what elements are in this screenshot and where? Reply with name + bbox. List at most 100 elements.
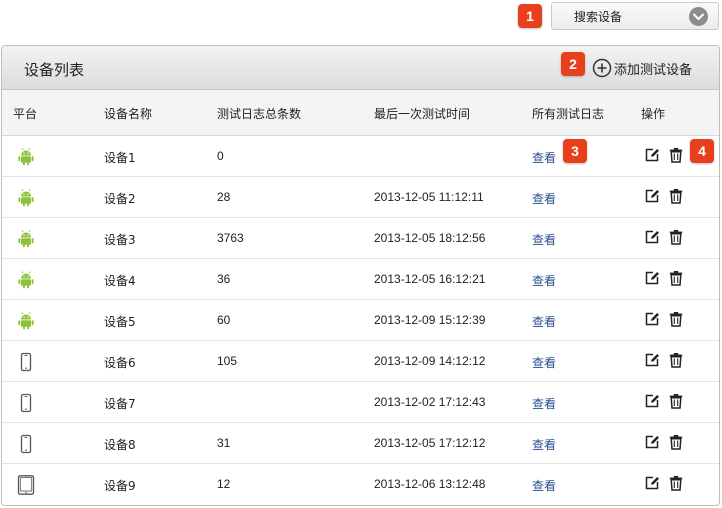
edit-icon[interactable] xyxy=(644,188,660,204)
device-list-panel: 设备列表 添加测试设备 平台 设备名称 测试日志总条数 最后一次测试时间 所有测… xyxy=(1,45,720,506)
log-count: 60 xyxy=(217,313,231,327)
view-logs-link[interactable]: 查看 xyxy=(532,190,556,207)
panel-title: 设备列表 xyxy=(24,61,85,79)
log-count: 105 xyxy=(217,354,238,368)
view-logs-link[interactable]: 查看 xyxy=(532,436,556,453)
last-test-time: 2013-12-09 15:12:39 xyxy=(374,313,486,327)
panel-header: 设备列表 添加测试设备 xyxy=(2,46,719,90)
device-name: 设备8 xyxy=(104,438,136,452)
last-test-time: 2013-12-05 18:12:56 xyxy=(374,231,486,245)
edit-icon[interactable] xyxy=(644,229,660,245)
view-logs-link[interactable]: 查看 xyxy=(532,313,556,330)
table-row: 设备8 31 2013-12-05 17:12:12 查看 xyxy=(2,423,719,464)
chevron-down-icon xyxy=(689,7,708,26)
column-header-ops: 操作 xyxy=(641,107,666,121)
row-actions xyxy=(644,229,684,245)
device-name: 设备2 xyxy=(104,192,136,206)
view-logs-link[interactable]: 查看 xyxy=(532,149,556,166)
search-device-label: 搜索设备 xyxy=(574,9,623,24)
android-icon xyxy=(16,188,36,208)
trash-icon[interactable] xyxy=(668,393,684,409)
search-device-dropdown[interactable]: 搜索设备 xyxy=(551,2,719,30)
view-logs-link[interactable]: 查看 xyxy=(532,477,556,494)
trash-icon[interactable] xyxy=(668,434,684,450)
last-test-time: 2013-12-09 14:12:12 xyxy=(374,354,486,368)
edit-icon[interactable] xyxy=(644,270,660,286)
android-icon xyxy=(16,147,36,167)
edit-icon[interactable] xyxy=(644,434,660,450)
view-logs-link[interactable]: 查看 xyxy=(532,395,556,412)
row-actions xyxy=(644,352,684,368)
table-row: 设备4 36 2013-12-05 16:12:21 查看 xyxy=(2,259,719,300)
view-logs-link[interactable]: 查看 xyxy=(532,354,556,371)
log-count: 31 xyxy=(217,436,231,450)
log-count: 0 xyxy=(217,149,224,163)
table-row: 设备3 3763 2013-12-05 18:12:56 查看 xyxy=(2,218,719,259)
device-name: 设备9 xyxy=(104,479,136,493)
edit-icon[interactable] xyxy=(644,311,660,327)
last-test-time: 2013-12-05 16:12:21 xyxy=(374,272,486,286)
log-count: 3763 xyxy=(217,231,244,245)
column-header-platform: 平台 xyxy=(13,107,38,121)
device-name: 设备4 xyxy=(104,274,136,288)
callout-badge-2: 2 xyxy=(561,52,585,76)
row-actions xyxy=(644,270,684,286)
trash-icon[interactable] xyxy=(668,188,684,204)
edit-icon[interactable] xyxy=(644,475,660,491)
table-row: 设备5 60 2013-12-09 15:12:39 查看 xyxy=(2,300,719,341)
add-test-device-label: 添加测试设备 xyxy=(614,62,693,78)
trash-icon[interactable] xyxy=(668,352,684,368)
table-row: 设备6 105 2013-12-09 14:12:12 查看 xyxy=(2,341,719,382)
callout-badge-4: 4 xyxy=(690,139,714,163)
trash-icon[interactable] xyxy=(668,270,684,286)
android-icon xyxy=(16,311,36,331)
edit-icon[interactable] xyxy=(644,352,660,368)
row-actions xyxy=(644,475,684,491)
device-name: 设备1 xyxy=(104,151,136,165)
add-test-device-button[interactable]: 添加测试设备 xyxy=(592,57,692,79)
device-name: 设备5 xyxy=(104,315,136,329)
view-logs-link[interactable]: 查看 xyxy=(532,231,556,248)
column-header-count: 测试日志总条数 xyxy=(217,107,302,121)
view-logs-link[interactable]: 查看 xyxy=(532,272,556,289)
callout-badge-3: 3 xyxy=(563,139,587,163)
trash-icon[interactable] xyxy=(668,475,684,491)
last-test-time: 2013-12-06 13:12:48 xyxy=(374,477,486,491)
log-count: 12 xyxy=(217,477,231,491)
last-test-time: 2013-12-02 17:12:43 xyxy=(374,395,486,409)
phone-icon xyxy=(16,393,36,413)
android-icon xyxy=(16,270,36,290)
phone-icon xyxy=(16,434,36,454)
plus-circle-icon xyxy=(592,58,612,78)
table-row: 设备9 12 2013-12-06 13:12:48 查看 xyxy=(2,464,719,505)
last-test-time: 2013-12-05 17:12:12 xyxy=(374,436,486,450)
row-actions xyxy=(644,188,684,204)
row-actions xyxy=(644,393,684,409)
column-header-last-time: 最后一次测试时间 xyxy=(374,107,471,121)
row-actions xyxy=(644,311,684,327)
trash-icon[interactable] xyxy=(668,147,684,163)
edit-icon[interactable] xyxy=(644,393,660,409)
log-count: 28 xyxy=(217,190,231,204)
phone-icon xyxy=(16,352,36,372)
trash-icon[interactable] xyxy=(668,311,684,327)
callout-badge-1: 1 xyxy=(518,4,542,28)
trash-icon[interactable] xyxy=(668,229,684,245)
column-header-logs: 所有测试日志 xyxy=(532,107,605,121)
tablet-icon xyxy=(16,475,36,495)
row-actions xyxy=(644,434,684,450)
android-icon xyxy=(16,229,36,249)
table-body: 设备1 0 查看 设备2 28 2013-12-05 11:12:11 查看 设备3 3763 2… xyxy=(2,136,719,505)
table-row: 设备1 0 查看 xyxy=(2,136,719,177)
column-header-name: 设备名称 xyxy=(104,107,153,121)
row-actions xyxy=(644,147,684,163)
table-row: 设备2 28 2013-12-05 11:12:11 查看 xyxy=(2,177,719,218)
device-name: 设备3 xyxy=(104,233,136,247)
device-name: 设备6 xyxy=(104,356,136,370)
table-row: 设备7 2013-12-02 17:12:43 查看 xyxy=(2,382,719,423)
last-test-time: 2013-12-05 11:12:11 xyxy=(374,190,484,204)
device-name: 设备7 xyxy=(104,397,136,411)
edit-icon[interactable] xyxy=(644,147,660,163)
table-header: 平台 设备名称 测试日志总条数 最后一次测试时间 所有测试日志 操作 xyxy=(2,90,719,136)
log-count: 36 xyxy=(217,272,231,286)
